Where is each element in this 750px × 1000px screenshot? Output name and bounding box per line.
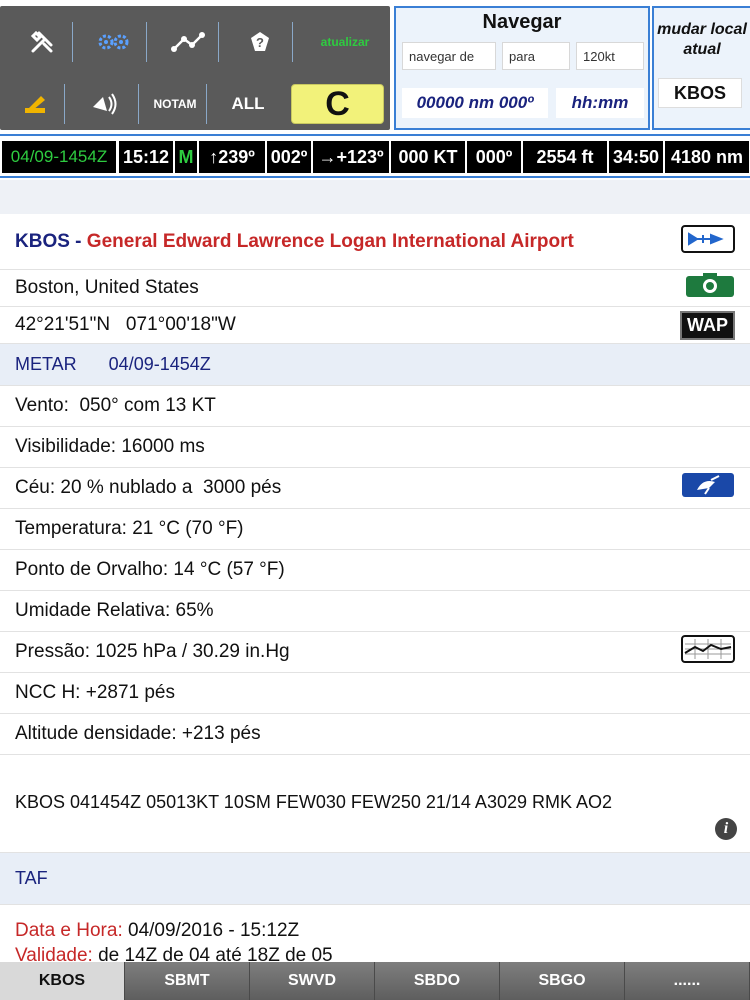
change-location-title: mudar local atual: [657, 21, 747, 58]
status-distance: 4180 nm: [665, 141, 749, 173]
status-datetime: 04/09-1454Z: [2, 141, 116, 173]
change-location-button[interactable]: KBOS: [658, 78, 742, 108]
metar-humidity: Umidade Relativa: 65%: [15, 600, 214, 621]
status-relative-value: +123º: [336, 146, 384, 167]
tab-sbgo[interactable]: SBGO: [500, 962, 625, 1000]
metar-row-ncc: NCC H: +2871 pés: [0, 673, 750, 714]
taf-validity-row: Validade: de 14Z de 04 até 18Z de 05: [15, 945, 333, 962]
metar-header: METAR 04/09-1454Z: [0, 344, 750, 386]
svg-text:?: ?: [256, 35, 264, 50]
airport-coordinates: 42°21'51"N 071°00'18"W: [15, 314, 236, 335]
route-icon[interactable]: [160, 22, 216, 62]
metar-row-density-altitude: Altitude densidade: +213 pés: [0, 714, 750, 755]
navigate-panel: Navegar navegar de para 120kt 00000 nm 0…: [394, 6, 650, 130]
status-speed: 000 KT: [391, 141, 465, 173]
airport-location-row: Boston, United States: [0, 270, 750, 307]
metar-row-wind: Vento: 050° com 13 KT: [0, 386, 750, 427]
update-button[interactable]: atualizar: [310, 22, 380, 62]
time-readout: hh:mm: [556, 88, 644, 118]
metar-wind: Vento: 050° com 13 KT: [15, 395, 216, 416]
metar-dewpoint: Ponto de Orvalho: 14 °C (57 °F): [15, 559, 285, 580]
speaker-icon[interactable]: [76, 84, 132, 124]
notam-button[interactable]: NOTAM: [146, 84, 204, 124]
taf-label: TAF: [15, 868, 48, 888]
toolbar-divider: [138, 84, 139, 124]
tab-kbos[interactable]: KBOS: [0, 962, 125, 1000]
status-time: 15:12: [119, 141, 173, 173]
metar-row-sky: Céu: 20 % nublado a 3000 pés: [0, 468, 750, 509]
taf-header: TAF: [0, 853, 750, 905]
speed-input[interactable]: 120kt: [576, 42, 644, 70]
spacer: [0, 180, 750, 214]
toolbar-divider: [292, 22, 293, 62]
tab-more[interactable]: ......: [625, 962, 750, 1000]
status-course: 002º: [267, 141, 311, 173]
status-relative: → +123º: [313, 141, 389, 173]
metar-sky: Céu: 20 % nublado a 3000 pés: [15, 477, 282, 498]
taf-datetime-value: 04/09/2016 - 15:12Z: [122, 920, 300, 941]
pressure-chart-icon[interactable]: [681, 635, 735, 669]
toolbar-divider: [64, 84, 65, 124]
metar-ncc: NCC H: +2871 pés: [15, 682, 175, 703]
taf-datetime-label: Data e Hora:: [15, 920, 123, 941]
edit-pencil-icon[interactable]: [8, 84, 64, 124]
tab-sbmt[interactable]: SBMT: [125, 962, 250, 1000]
satellite-icon[interactable]: [681, 472, 735, 504]
metar-visibility: Visibilidade: 16000 ms: [15, 436, 205, 457]
tab-swvd[interactable]: SWVD: [250, 962, 375, 1000]
change-location-panel: mudar local atual KBOS: [652, 6, 750, 130]
toolbar-divider: [206, 84, 207, 124]
up-arrow-icon: ↑: [209, 146, 219, 167]
help-icon[interactable]: ?: [232, 22, 288, 62]
right-arrow-icon: →: [318, 146, 337, 167]
airport-location: Boston, United States: [15, 277, 199, 298]
airport-name: General Edward Lawrence Logan Internatio…: [86, 230, 574, 252]
runway-plane-icon[interactable]: [681, 224, 735, 259]
metar-row-pressure: Pressão: 1025 hPa / 30.29 in.Hg: [0, 632, 750, 673]
toolbar-divider: [218, 22, 219, 62]
status-strip: 04/09-1454Z 15:12 M ↑ 239º 002º → +123º 00…: [0, 134, 750, 178]
status-ete: 34:50: [609, 141, 663, 173]
camera-icon[interactable]: [685, 272, 735, 304]
all-button[interactable]: ALL: [218, 84, 278, 124]
airport-separator: -: [69, 230, 87, 252]
navigate-title: Navegar: [482, 11, 562, 33]
wap-button[interactable]: WAP: [679, 310, 735, 340]
airport-title-row: KBOS - General Edward Lawrence Logan Int…: [0, 214, 750, 270]
metar-row-temperature: Temperatura: 21 °C (70 °F): [0, 509, 750, 550]
status-altitude: 2554 ft: [523, 141, 607, 173]
metar-row-visibility: Visibilidade: 16000 ms: [0, 427, 750, 468]
toolbar-divider: [146, 22, 147, 62]
airport-code: KBOS: [15, 230, 70, 252]
top-panel: ? atualizar NOTAM ALL C Navegar navegar …: [0, 0, 750, 132]
taf-datetime-row: Data e Hora: 04/09/2016 - 15:12Z: [15, 920, 299, 942]
distance-bearing-readout: 00000 nm 000º: [402, 88, 548, 118]
toolbar-divider: [72, 22, 73, 62]
metar-raw: KBOS 041454Z 05013KT 10SM FEW030 FEW250 …: [15, 792, 613, 812]
status-heading: ↑ 239º: [199, 141, 265, 173]
navigate-from-input[interactable]: navegar de: [402, 42, 496, 70]
metar-label: METAR: [15, 354, 77, 374]
airport-coordinates-row: 42°21'51"N 071°00'18"W WAP: [0, 307, 750, 344]
metar-row-dewpoint: Ponto de Orvalho: 14 °C (57 °F): [0, 550, 750, 591]
tools-icon[interactable]: [14, 22, 70, 62]
taf-validity-label: Validade:: [15, 945, 93, 962]
metar-temperature: Temperatura: 21 °C (70 °F): [15, 518, 244, 539]
c-button[interactable]: C: [291, 84, 384, 124]
airport-tab-bar: KBOS SBMT SWVD SBDO SBGO ......: [0, 962, 750, 1000]
metar-datetime: 04/09-1454Z: [108, 354, 211, 374]
status-track: 000º: [467, 141, 521, 173]
metar-density-altitude: Altitude densidade: +213 pés: [15, 723, 261, 744]
info-icon[interactable]: i: [715, 818, 737, 840]
settings-gears-icon[interactable]: [86, 22, 142, 62]
tab-sbdo[interactable]: SBDO: [375, 962, 500, 1000]
tools-panel: ? atualizar NOTAM ALL C: [0, 6, 390, 130]
metar-pressure: Pressão: 1025 hPa / 30.29 in.Hg: [15, 641, 290, 662]
status-heading-value: 239º: [218, 146, 255, 167]
navigate-to-input[interactable]: para: [502, 42, 570, 70]
status-mode: M: [175, 141, 197, 173]
metar-row-humidity: Umidade Relativa: 65%: [0, 591, 750, 632]
taf-validity-value: de 14Z de 04 até 18Z de 05: [92, 945, 333, 962]
